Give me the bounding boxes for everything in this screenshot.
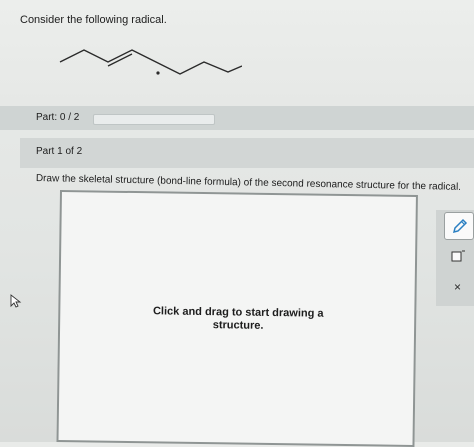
question-panel: Consider the following radical. [0, 0, 474, 106]
pencil-tool-button[interactable] [444, 212, 474, 240]
question-prompt: Consider the following radical. [20, 14, 167, 26]
progress-track [93, 114, 215, 125]
part-title: Part 1 of 2 [36, 146, 83, 157]
radical-structure [59, 49, 242, 75]
mouse-cursor-icon [10, 294, 22, 308]
pencil-icon [452, 218, 468, 234]
eraser-icon[interactable] [450, 248, 466, 264]
radical-dot [156, 71, 160, 75]
drawing-canvas[interactable]: Click and drag to start drawing a struct… [56, 190, 418, 447]
progress-bar-row: Part: 0 / 2 [0, 106, 474, 130]
progress-label: Part: 0 / 2 [36, 112, 80, 123]
close-icon[interactable]: × [454, 280, 461, 294]
part-header: Part 1 of 2 [20, 138, 474, 168]
carbon-chain [59, 49, 242, 75]
canvas-prompt: Click and drag to start drawing a struct… [138, 305, 338, 334]
